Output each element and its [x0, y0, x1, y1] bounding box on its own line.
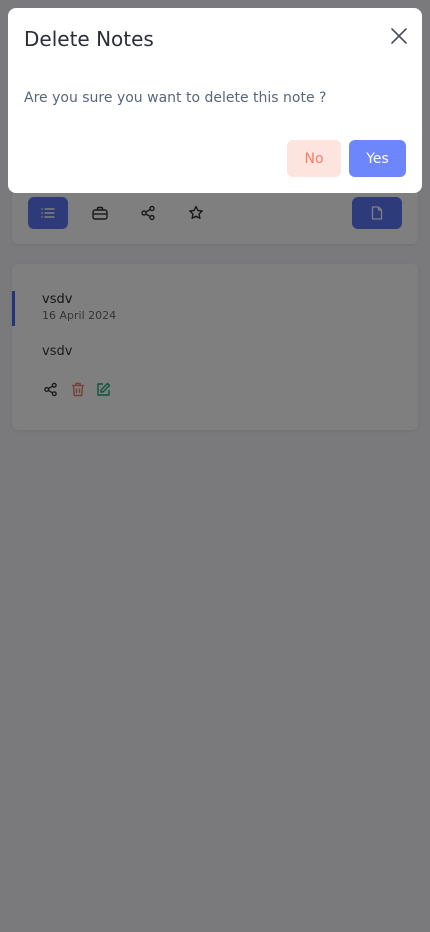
dialog-title: Delete Notes: [24, 27, 154, 51]
close-button[interactable]: [390, 28, 408, 48]
dialog-message: Are you sure you want to delete this not…: [24, 90, 327, 106]
delete-confirm-dialog: Delete Notes Are you sure you want to de…: [8, 8, 422, 193]
yes-button[interactable]: Yes: [349, 140, 406, 177]
close-icon: [391, 28, 407, 48]
no-button[interactable]: No: [287, 140, 341, 177]
